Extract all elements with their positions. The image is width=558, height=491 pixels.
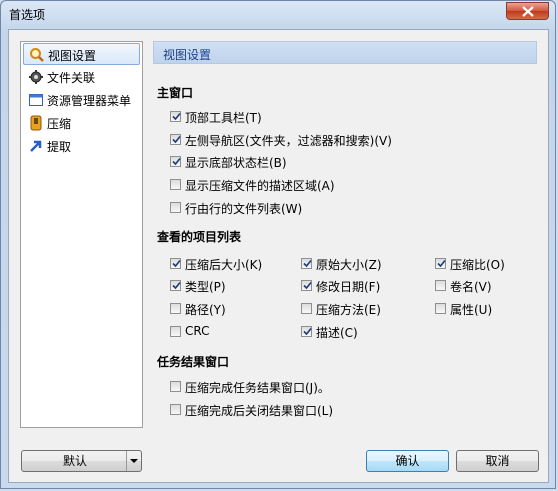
- ok-button[interactable]: 确认: [366, 450, 449, 472]
- sidebar-item-label: 文件关联: [47, 71, 96, 85]
- sidebar-item-label: 压缩: [47, 117, 72, 131]
- sidebar-item-label: 视图设置: [48, 49, 97, 63]
- sidebar-item-extract[interactable]: 提取: [23, 135, 140, 157]
- gear-icon: [29, 70, 43, 84]
- section-columns: 查看的项目列表: [157, 230, 242, 244]
- cancel-button[interactable]: 取消: [456, 450, 539, 472]
- title-bar[interactable]: 首选项: [1, 1, 555, 27]
- close-icon: [522, 6, 534, 17]
- sidebar: 视图设置 文件关联 资源管理器菜单 压缩 提取: [20, 41, 143, 428]
- section-task-result: 任务结果窗口: [157, 355, 230, 369]
- default-button[interactable]: 默认: [21, 450, 142, 472]
- close-button[interactable]: [506, 2, 549, 20]
- window-title: 首选项: [9, 8, 46, 22]
- sidebar-item-label: 资源管理器菜单: [47, 94, 132, 108]
- sidebar-item-compress[interactable]: 压缩: [23, 112, 140, 134]
- preferences-window: 首选项 视图设置 文件关联 资源管理器菜单 压缩 提取 视图设置 主窗口 顶部工…: [0, 0, 556, 489]
- sidebar-item-view-settings[interactable]: 视图设置: [23, 43, 140, 65]
- section-main-window: 主窗口: [157, 86, 194, 100]
- panel-header: 视图设置: [153, 41, 537, 64]
- magnifier-icon: [30, 48, 44, 62]
- chevron-down-icon[interactable]: [126, 451, 141, 471]
- sidebar-item-file-association[interactable]: 文件关联: [23, 66, 140, 88]
- compress-icon: [30, 115, 42, 131]
- panel-title: 视图设置: [163, 48, 212, 62]
- window-icon: [29, 94, 43, 106]
- dialog-body: 视图设置 文件关联 资源管理器菜单 压缩 提取 视图设置 主窗口 顶部工具栏(T…: [8, 29, 549, 483]
- arrow-icon: [30, 140, 42, 152]
- sidebar-item-label: 提取: [47, 140, 72, 154]
- sidebar-item-explorer-menu[interactable]: 资源管理器菜单: [23, 89, 140, 111]
